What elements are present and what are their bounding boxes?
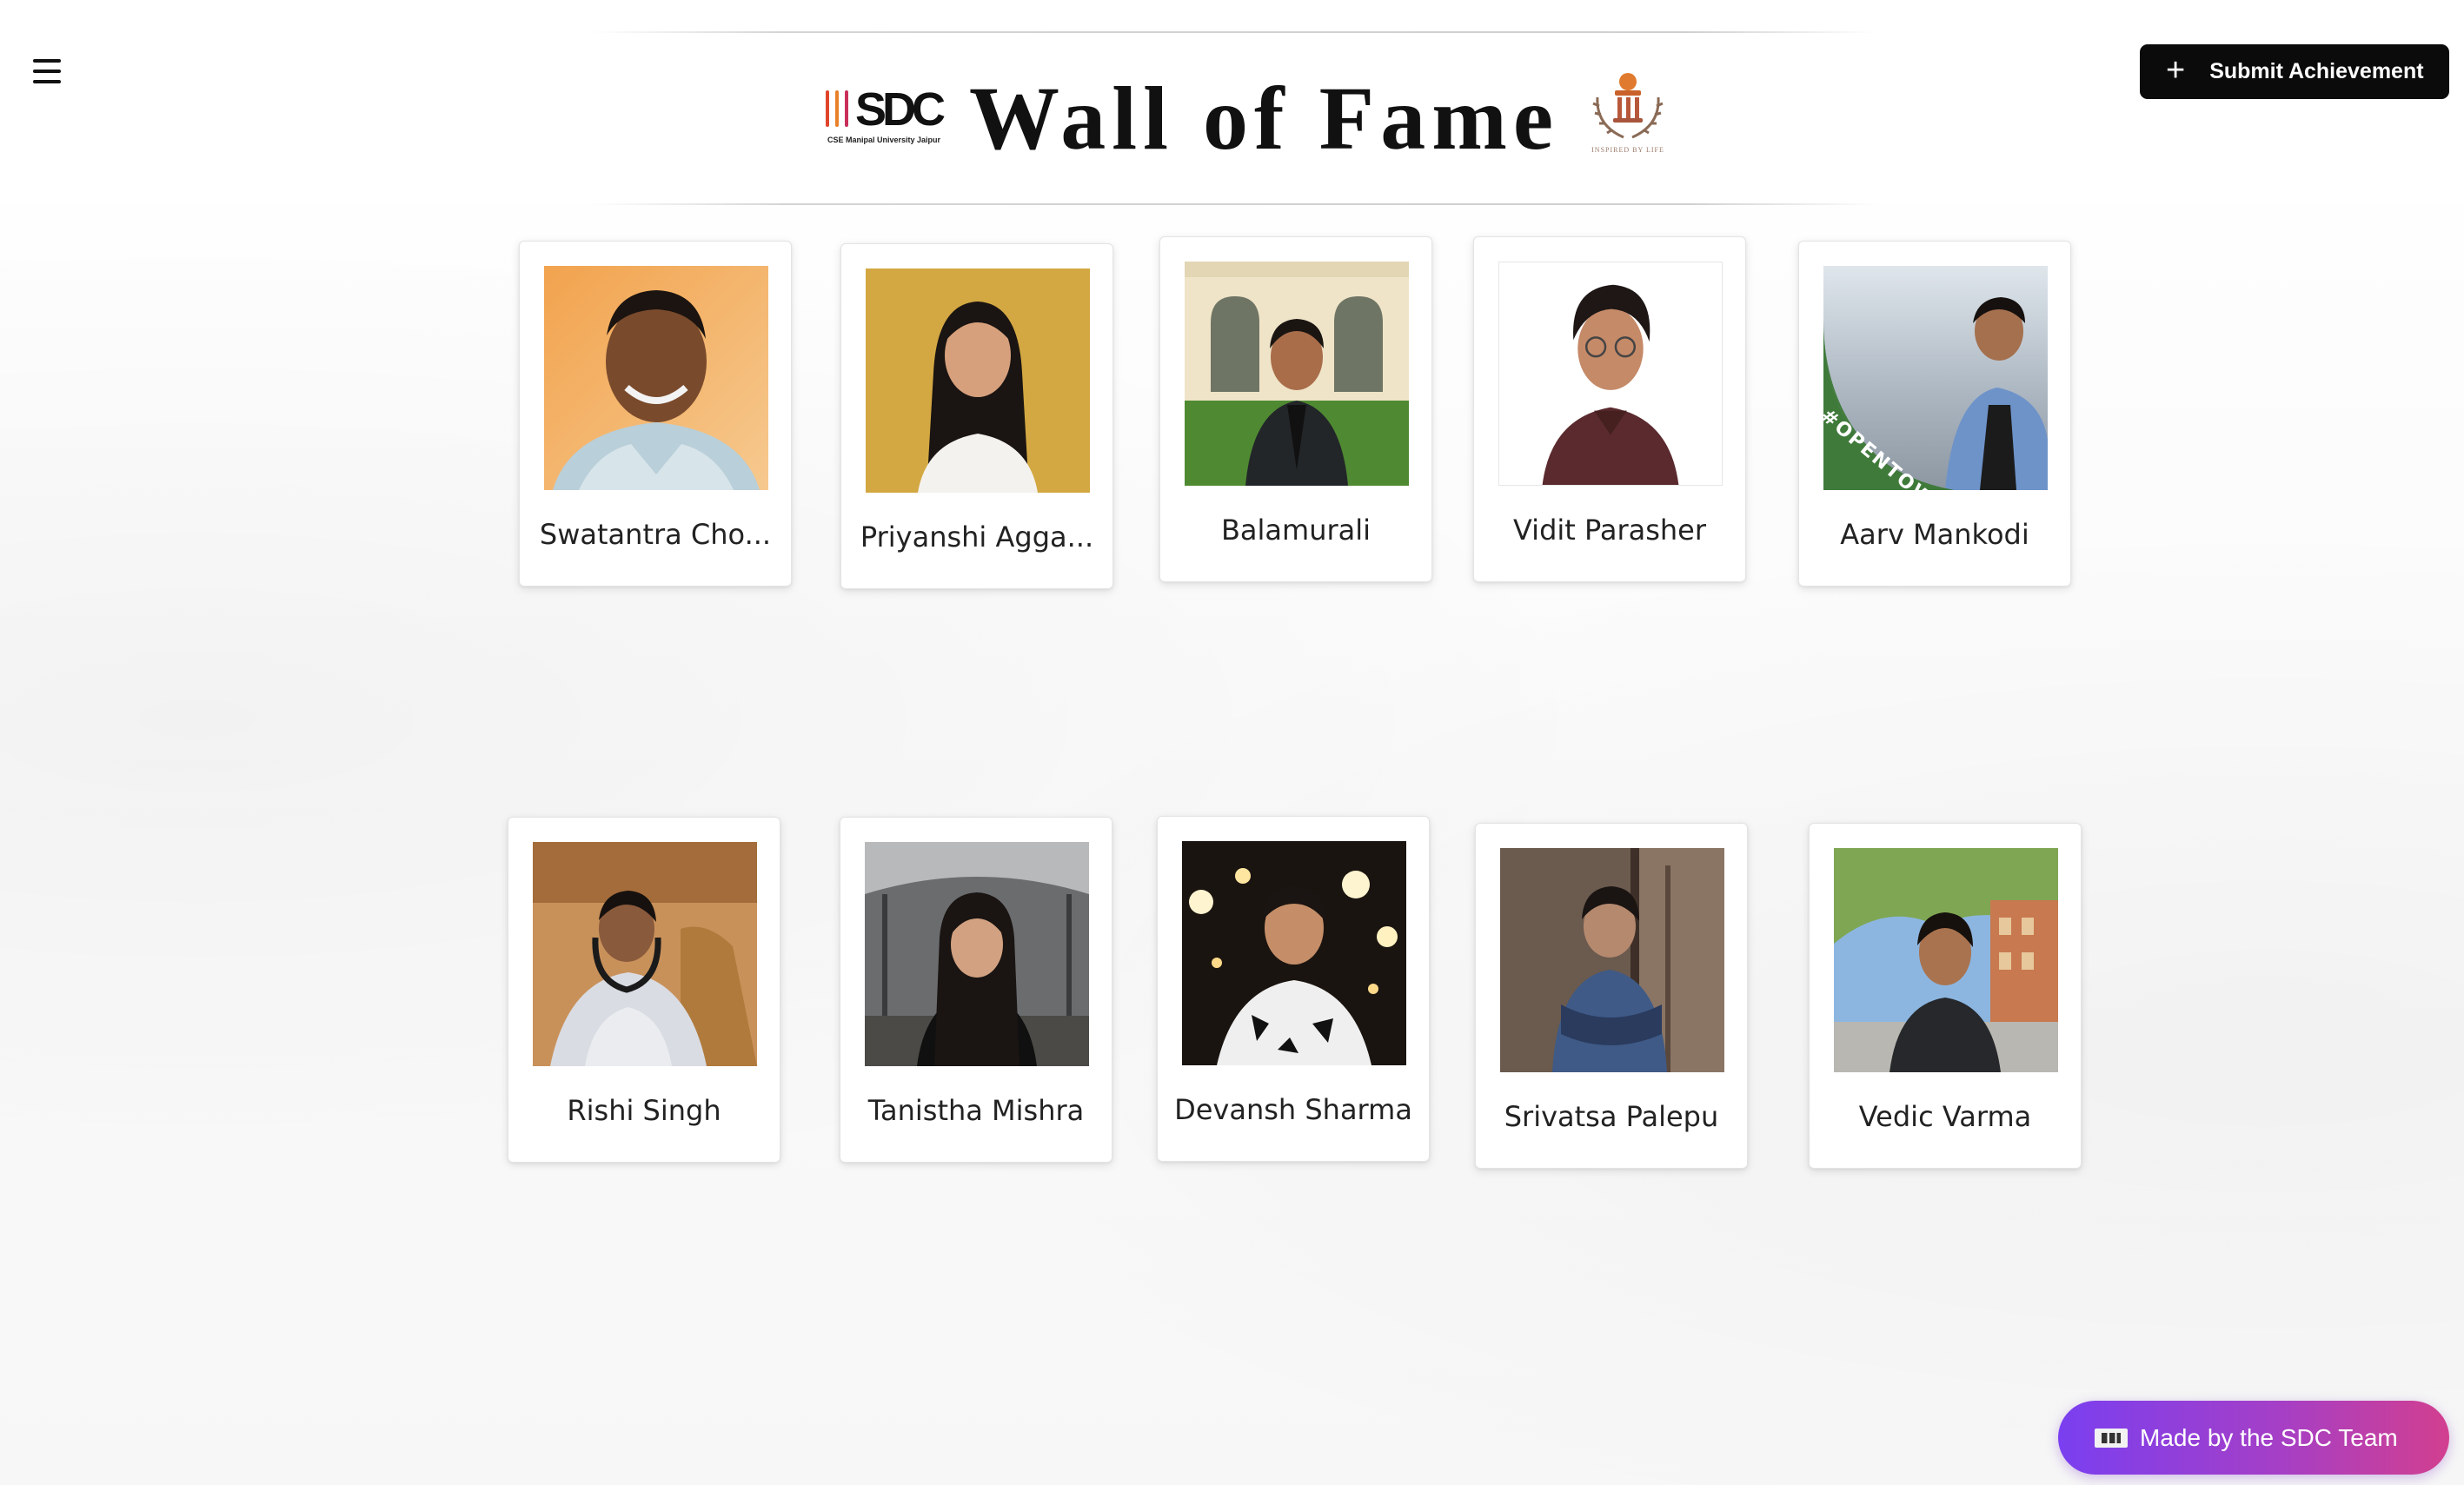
member-name: Devansh Sharma [1174, 1093, 1412, 1126]
sdc-logo-subtitle: CSE Manipal University Jaipur [827, 136, 941, 144]
made-by-sdc-button[interactable]: Made by the SDC Team [2058, 1401, 2449, 1475]
member-photo [1185, 262, 1409, 486]
plus-icon: + [2166, 51, 2186, 89]
menu-line [33, 80, 61, 83]
member-card[interactable]: #OPENTOWORK Aarv Mankodi [1798, 241, 2071, 587]
menu-line [33, 70, 61, 73]
member-card[interactable]: Swatantra Cho... [519, 241, 792, 587]
member-card[interactable]: Tanistha Mishra [840, 817, 1112, 1163]
sdc-logo-mark: SDC [855, 83, 946, 136]
made-by-label: Made by the SDC Team [2140, 1423, 2398, 1451]
member-name: Priyanshi Agga... [860, 520, 1094, 554]
member-name: Rishi Singh [567, 1094, 721, 1127]
member-name: Swatantra Cho... [539, 518, 772, 551]
member-photo [533, 842, 757, 1066]
member-photo [866, 268, 1090, 493]
submit-achievement-label: Submit Achievement [2209, 59, 2424, 83]
member-photo [865, 842, 1089, 1066]
hamburger-icon[interactable] [26, 54, 68, 89]
member-card[interactable]: Priyanshi Agga... [840, 243, 1113, 589]
member-photo: #OPENTOWORK [1823, 266, 2048, 490]
member-name: Vidit Parasher [1512, 514, 1707, 547]
member-card[interactable]: Vidit Parasher [1473, 236, 1746, 582]
emblem-tagline: INSPIRED BY LIFE [1591, 146, 1664, 154]
submit-achievement-button[interactable]: + Submit Achievement [2140, 44, 2449, 99]
member-photo [1182, 841, 1406, 1065]
member-name: Vedic Varma [1858, 1100, 2032, 1133]
sdc-logo: SDC CSE Manipal University Jaipur [824, 83, 946, 151]
member-name: Srivatsa Palepu [1504, 1100, 1719, 1133]
member-card[interactable]: Srivatsa Palepu [1475, 823, 1748, 1169]
university-emblem-icon: INSPIRED BY LIFE [1580, 63, 1676, 165]
member-photo [1500, 848, 1724, 1072]
member-photo [544, 266, 768, 490]
member-card[interactable]: Balamurali [1159, 236, 1432, 582]
header-top-divider [591, 31, 1877, 33]
sdc-logo-bars [826, 90, 848, 127]
sdc-flag-icon [2095, 1428, 2128, 1448]
member-photo [1834, 848, 2058, 1072]
member-card[interactable]: Rishi Singh [508, 817, 780, 1163]
member-name: Tanistha Mishra [867, 1094, 1085, 1127]
member-photo [1498, 262, 1723, 486]
member-card[interactable]: Vedic Varma [1809, 823, 2082, 1169]
menu-line [33, 59, 61, 63]
page-title: Wall of Fame [969, 69, 1560, 169]
member-name: Aarv Mankodi [1840, 518, 2029, 551]
member-card[interactable]: Devansh Sharma [1157, 816, 1430, 1162]
header-bottom-divider [591, 203, 1877, 205]
member-name: Balamurali [1220, 514, 1371, 547]
